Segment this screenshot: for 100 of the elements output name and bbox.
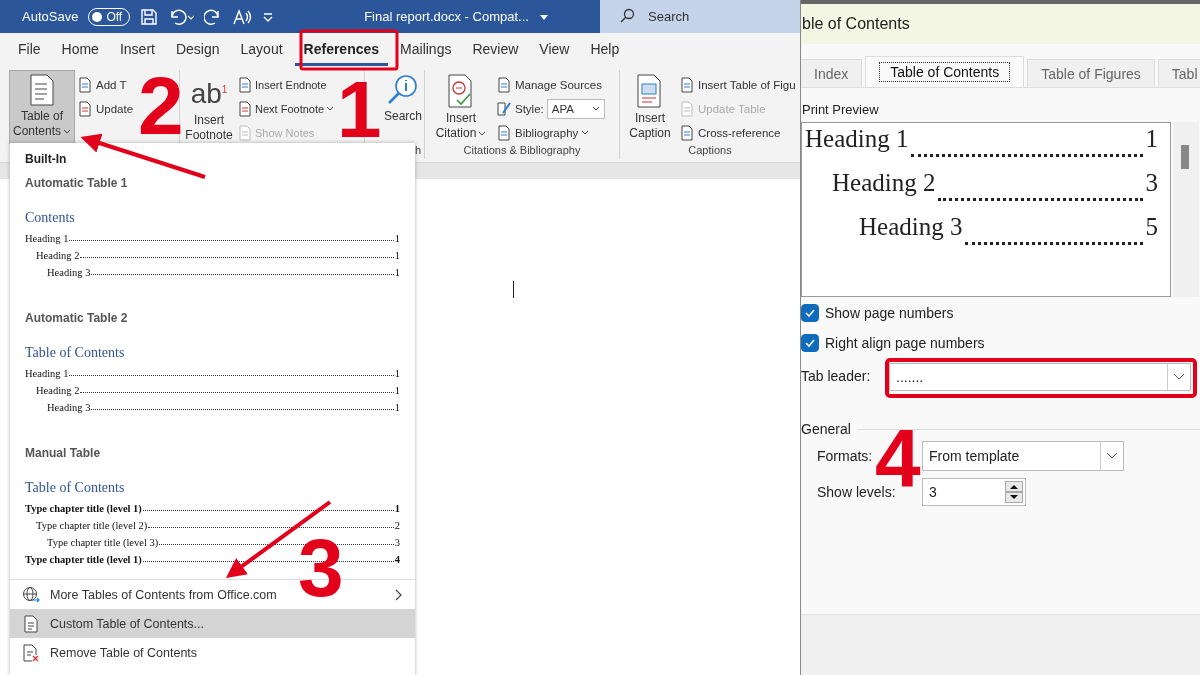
document-icon [496, 125, 512, 141]
document-icon [22, 614, 40, 633]
dialog-tab[interactable]: Index [801, 59, 863, 87]
page-number: 5 [1145, 213, 1158, 241]
tab-leader-dropdown[interactable]: ....... [889, 363, 1191, 391]
chevron-icon [1106, 452, 1118, 460]
picture-document-icon [636, 74, 664, 108]
document-icon [29, 74, 55, 106]
gallery-title: Manual Table [25, 446, 101, 460]
formats-dropdown[interactable]: From template [922, 441, 1124, 471]
page-number: 3 [1145, 169, 1158, 197]
ribbon-tab[interactable]: Help [581, 34, 629, 66]
ribbon-tab[interactable]: File [9, 34, 50, 66]
ribbon-button[interactable]: Next Footnote [237, 98, 335, 120]
group-label: h [414, 144, 421, 158]
ribbon-tab[interactable]: View [530, 34, 579, 66]
scrollbar[interactable] [1173, 122, 1199, 297]
text-cursor [513, 281, 514, 298]
read-aloud-icon[interactable] [232, 7, 253, 26]
autosave-label: AutoSave [22, 9, 79, 24]
ribbon-tab[interactable]: Review [463, 34, 528, 66]
caret-icon [63, 129, 71, 135]
toc-gallery-item[interactable]: Table of Contents Heading 1 1 Heading 2 1 Heading 3 1 [25, 345, 400, 413]
ribbon-button[interactable]: Insert Endnote [237, 74, 335, 96]
toc-entry: Type chapter title (level 3) [47, 537, 159, 548]
caret-icon [581, 130, 590, 136]
search-icon [387, 74, 419, 106]
chevron-icon [591, 106, 600, 112]
field-label: Tab leader: [801, 368, 872, 384]
ribbon-button[interactable]: Search [381, 70, 425, 144]
step-number: 2 [138, 76, 184, 136]
page-number: 1 [394, 267, 400, 278]
document-icon [496, 77, 512, 93]
ribbon-tab[interactable]: Design [166, 34, 229, 66]
page-number: 1 [394, 233, 400, 244]
ribbon-button[interactable]: Insert Table of Figu [679, 74, 796, 96]
page-number: 4 [394, 554, 400, 565]
ribbon-button[interactable]: Table of Contents [9, 70, 75, 144]
checkmark-icon [804, 338, 816, 348]
page-number: 2 [394, 520, 400, 531]
toc-entry: Heading 2 [832, 169, 936, 197]
menu-item[interactable]: Custom Table of Contents... [10, 609, 415, 638]
toc-entry: Heading 3 [859, 213, 963, 241]
gallery-title: Automatic Table 2 [25, 311, 128, 325]
remove-document-icon [22, 643, 40, 662]
ribbon-tab[interactable]: Insert [110, 34, 164, 66]
save-icon[interactable] [140, 7, 159, 26]
menu-section-header: Built-In [25, 152, 67, 166]
dialog-tab[interactable]: Tabl [1157, 59, 1200, 87]
checkbox-label: Right align page numbers [825, 335, 985, 351]
search-icon [620, 8, 636, 24]
toc-entry: Heading 3 [47, 267, 91, 278]
gallery-title: Automatic Table 1 [25, 176, 128, 190]
toc-entry: Type chapter title (level 1) [25, 554, 142, 565]
ribbon-button[interactable]: ab$^{1}$ Insert Footnote [183, 70, 235, 144]
page-number: 1 [1145, 125, 1158, 153]
document-icon [77, 101, 93, 117]
window-title: Final report.docx - Compat... [364, 9, 529, 24]
ribbon-tab[interactable]: Home [52, 34, 108, 66]
checkbox-label: Show page numbers [825, 305, 954, 321]
ribbon-button[interactable]: Bibliography [496, 122, 605, 144]
toc-entry: Heading 3 [47, 402, 91, 413]
toc-heading: Table of Contents [25, 480, 126, 496]
spin-arrows-icon[interactable] [1005, 481, 1023, 503]
ribbon-button[interactable]: Add T [77, 74, 134, 96]
document-icon [679, 125, 695, 141]
step-number: 3 [298, 538, 344, 598]
style-label: Style: [515, 103, 544, 115]
caret-icon [326, 106, 335, 112]
levels-spinner[interactable]: 3 [922, 478, 1026, 506]
undo-icon[interactable] [168, 7, 195, 26]
page-number: 1 [394, 250, 400, 261]
chevron-right-icon [395, 588, 403, 601]
dialog-tab[interactable]: Table of Figures [1027, 59, 1155, 87]
document-icon [237, 101, 253, 117]
toc-entry: Heading 1 [25, 368, 69, 379]
ribbon-button[interactable]: Cross-reference [679, 122, 796, 144]
ribbon-button[interactable]: Update [77, 98, 134, 120]
search-field[interactable]: Search [600, 0, 800, 33]
page-number: 1 [394, 402, 400, 413]
ribbon-tab[interactable]: Layout [231, 34, 292, 66]
ribbon-button[interactable]: Insert Caption [623, 70, 677, 144]
toc-gallery-item[interactable]: Contents Heading 1 1 Heading 2 1 Heading 3 1 [25, 210, 400, 278]
page-number: 1 [394, 503, 400, 514]
step-number: 1 [337, 80, 382, 140]
toc-entry: Type chapter title (level 1) [25, 503, 142, 514]
ribbon-tab[interactable]: Mailings [391, 34, 461, 66]
ribbon-button[interactable]: Manage Sources [496, 74, 605, 96]
document-icon [679, 77, 695, 93]
dialog-tab[interactable]: Table of Contents [865, 56, 1025, 87]
checkbox[interactable] [801, 304, 819, 322]
style-dropdown[interactable]: APA [546, 99, 605, 119]
citation-icon [447, 74, 475, 108]
menu-item[interactable]: Remove Table of Contents [10, 638, 415, 667]
page-number: 1 [394, 368, 400, 379]
document-icon [237, 125, 253, 141]
toc-entry: Type chapter title (level 2) [36, 520, 148, 531]
page-number: 1 [394, 385, 400, 396]
checkbox[interactable] [801, 334, 819, 352]
ribbon-button[interactable]: Insert Citation [428, 70, 494, 144]
